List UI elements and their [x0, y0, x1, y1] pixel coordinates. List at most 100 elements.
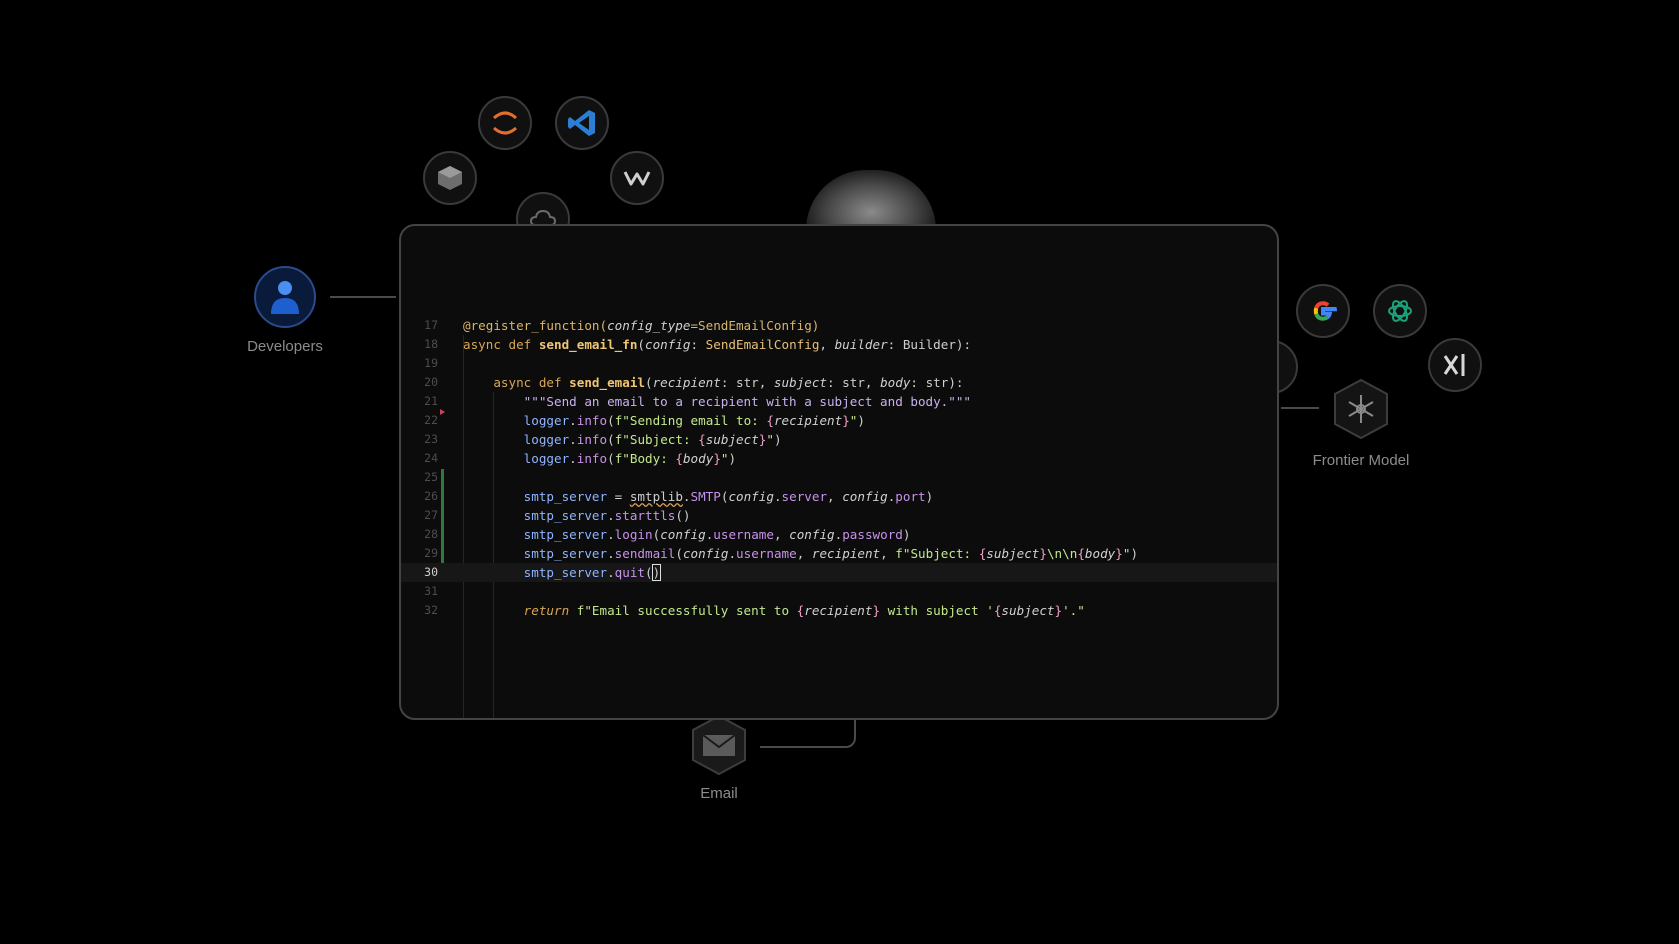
code-token: send_email: [569, 375, 645, 390]
code-token: subject: [1001, 603, 1055, 618]
code-lines[interactable]: 17 @register_function(config_type=SendEma…: [401, 316, 1277, 620]
code-token: }: [1054, 603, 1063, 618]
code-token: f"Subject:: [614, 432, 699, 447]
code-token: .: [607, 527, 615, 542]
code-token: config: [728, 489, 774, 504]
code-token: ,: [880, 546, 896, 561]
code-token: config: [660, 527, 706, 542]
code-token: @register_function(: [463, 318, 608, 333]
line-text: return f"Email successfully sent to {rec…: [463, 601, 1085, 620]
code-line[interactable]: 21 """Send an email to a recipient with …: [401, 392, 1277, 411]
code-line[interactable]: 24 logger.info(f"Body: {body}"): [401, 449, 1277, 468]
line-text: logger.info(f"Body: {body}"): [463, 449, 736, 468]
code-token: f"Sending email to:: [614, 413, 767, 428]
code-token: {: [675, 451, 683, 466]
line-text: logger.info(f"Sending email to: {recipie…: [463, 411, 865, 430]
code-token: : str):: [910, 375, 964, 390]
code-token: .: [607, 508, 615, 523]
code-token: : Builder):: [887, 337, 972, 352]
code-token: :: [690, 337, 706, 352]
code-token: ): [857, 413, 865, 428]
code-token: info: [576, 413, 608, 428]
code-token: : str,: [827, 375, 881, 390]
code-line[interactable]: 17 @register_function(config_type=SendEma…: [401, 316, 1277, 335]
code-token: logger: [523, 432, 570, 447]
code-token: password: [842, 527, 903, 542]
developers-arrow: [330, 296, 396, 298]
code-line[interactable]: 18 async def send_email_fn(config: SendEm…: [401, 335, 1277, 354]
code-token: smtp_server: [523, 546, 608, 561]
code-token: ,: [796, 546, 812, 561]
code-line[interactable]: 26 smtp_server = smtplib.SMTP(config.ser…: [401, 487, 1277, 506]
code-token: send_email_fn: [538, 337, 638, 352]
xai-icon: [1428, 338, 1482, 392]
vscode-icon: [555, 96, 609, 150]
code-token: \n\n: [1046, 546, 1078, 561]
code-line[interactable]: 29 smtp_server.sendmail(config.username,…: [401, 544, 1277, 563]
code-token: smtp_server: [523, 508, 608, 523]
line-number: 22: [424, 413, 438, 427]
code-token: async def: [463, 337, 539, 352]
code-token: smtp_server: [523, 489, 608, 504]
line-text: logger.info(f"Subject: {subject}"): [463, 430, 782, 449]
line-number: 21: [424, 394, 438, 408]
code-line[interactable]: 25: [401, 468, 1277, 487]
code-token: '.": [1062, 603, 1085, 618]
code-token: subject: [986, 546, 1040, 561]
line-number: 27: [424, 508, 438, 522]
code-token: .: [728, 546, 737, 561]
windsurf-icon: [610, 151, 664, 205]
code-token: recipient: [804, 603, 873, 618]
code-token: config: [842, 489, 888, 504]
code-token: .: [682, 489, 691, 504]
code-line[interactable]: 28 smtp_server.login(config.username, co…: [401, 525, 1277, 544]
code-token: server: [781, 489, 828, 504]
code-editor[interactable]: 17 @register_function(config_type=SendEma…: [399, 224, 1279, 720]
code-token: subject: [773, 375, 827, 390]
code-token: return: [523, 603, 577, 618]
code-token: f"Email successfully sent to: [576, 603, 797, 618]
code-token: smtp_server: [523, 565, 608, 580]
code-token: ": [766, 432, 774, 447]
code-token: ,: [827, 489, 843, 504]
code-token: =SendEmailConfig): [690, 318, 820, 333]
code-token: {: [698, 432, 706, 447]
code-line[interactable]: 30 smtp_server.quit(): [401, 563, 1277, 582]
line-number: 18: [424, 337, 438, 351]
code-line[interactable]: 27 smtp_server.starttls(): [401, 506, 1277, 525]
line-text: smtp_server.login(config.username, confi…: [463, 525, 911, 544]
jupyter-icon: [478, 96, 532, 150]
code-token: ): [902, 527, 911, 542]
line-number: 23: [424, 432, 438, 446]
code-token: ): [728, 451, 737, 466]
code-token: ): [773, 432, 782, 447]
code-token: (: [645, 375, 653, 390]
code-token: (: [645, 565, 653, 580]
code-token: .: [569, 432, 577, 447]
code-token: .: [607, 565, 615, 580]
code-token: =: [607, 489, 630, 504]
code-line[interactable]: 32 return f"Email successfully sent to {…: [401, 601, 1277, 620]
code-line[interactable]: 20 async def send_email(recipient: str, …: [401, 373, 1277, 392]
code-token: (: [675, 546, 683, 561]
code-line[interactable]: 31: [401, 582, 1277, 601]
code-token: starttls: [614, 508, 676, 523]
code-token: recipient: [652, 375, 721, 390]
code-line[interactable]: 19: [401, 354, 1277, 373]
line-number: 28: [424, 527, 438, 541]
code-line[interactable]: 23 logger.info(f"Subject: {subject}"): [401, 430, 1277, 449]
code-token: smtplib: [629, 489, 683, 504]
code-token: .: [607, 546, 615, 561]
code-token: (: [607, 432, 615, 447]
line-number: 29: [424, 546, 438, 560]
line-number: 30: [424, 565, 438, 579]
frontier-arrow: [1281, 407, 1319, 409]
code-line[interactable]: 22 logger.info(f"Sending email to: {reci…: [401, 411, 1277, 430]
